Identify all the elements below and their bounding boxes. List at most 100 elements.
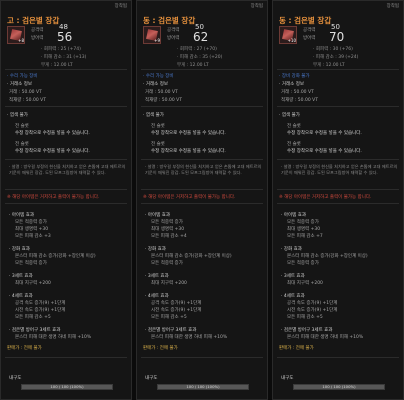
trade-restriction: ※ 해당 아이템은 거저하고 출력이 불가능 합니다.: [279, 195, 372, 200]
sell-price: 판매가 : 전매 불가: [279, 346, 314, 351]
defense-value: 70: [329, 30, 345, 44]
divider: [5, 106, 127, 107]
market-price: 거래 : 50.00 VT: [9, 90, 42, 95]
item-title: 고 : 검은별 장갑: [7, 16, 60, 25]
enhance-effect-line: 몬스터 피해 감소 증가(강화 +장인계 이상): [15, 254, 96, 259]
weight-stat: 무게 : 12.00 LT: [41, 63, 73, 68]
durability-text: 100 / 100 (100%): [186, 384, 220, 389]
item-description: · 설명 : 방우걸 부정의 현신을 처치하고 얻은 손톱에 고대 에트르의 기…: [281, 164, 398, 175]
market-price-2: 적재량 : 50.00 VT: [9, 98, 46, 103]
market-price-2: 적재량 : 50.00 VT: [145, 98, 182, 103]
durability-text: 100 / 100 (100%): [50, 384, 84, 389]
divider: [141, 357, 263, 358]
item-tooltip-panel: 장착됨 동 : 검은별 장갑 +10 공격력 방어력 50 70 · 회피력 :…: [272, 0, 404, 400]
item-effect-line: 모든 적중력 증가: [287, 220, 319, 225]
divider: [141, 69, 263, 70]
item-effect-line: 모든 적중력 증가: [151, 220, 183, 225]
item-effect-header: · 아이템 효과: [145, 213, 170, 218]
weight-stat: 무게 : 12.00 LT: [313, 63, 345, 68]
crystal-slot-1-desc: 수정 장착으로 수정을 넣을 수 있습니다.: [287, 131, 362, 136]
divider: [277, 189, 399, 190]
set3-header: · 3세트 효과: [145, 274, 169, 279]
evasion-stat: · 회피력 : 25 (+74): [41, 47, 81, 52]
set4-line: 시전 속도 증가(9) +1단계: [287, 308, 338, 313]
evasion-stat: · 회피력 : 30 (+76): [313, 47, 353, 52]
repair-header: · 수리 가능 장비: [143, 74, 174, 79]
set3-line: 최대 지구력 +200: [287, 281, 323, 286]
trade-restriction: ※ 해당 아이템은 거저하고 출력이 불가능 합니다.: [143, 195, 236, 200]
crystal-slot-2-desc: 수정 장착으로 수정을 넣을 수 있습니다.: [287, 149, 362, 154]
item-description: · 설명 : 방우걸 부정의 현신을 처치하고 얻은 손톱에 고대 에트르의 기…: [9, 164, 126, 175]
weight-stat: 무게 : 12.00 LT: [177, 63, 209, 68]
dye-header: · 염색 불가: [143, 113, 164, 118]
crystal-slot-2: 전 슬롯: [151, 142, 165, 147]
defense-label: 방어력: [31, 36, 44, 41]
equipped-label: 장착됨: [386, 4, 399, 9]
crystal-slot-1: 전 슬롯: [151, 124, 165, 129]
enhance-effect-line: 모든 적중력 증가: [15, 261, 47, 266]
durability-bar: 100 / 100 (100%): [21, 384, 113, 390]
set4-line: 공격 속도 증가(9) +1단계: [15, 301, 66, 306]
set5-line: 몬스터 피해 대한 생명 하네 피해 +10%: [151, 335, 228, 340]
crystal-slot-2-desc: 수정 장착으로 수정을 넣을 수 있습니다.: [15, 149, 90, 154]
crystal-slot-1: 전 슬롯: [15, 124, 29, 129]
dye-header: · 염색 불가: [7, 113, 28, 118]
dye-header: · 염색 불가: [279, 113, 300, 118]
market-price: 거래 : 50.00 VT: [281, 90, 314, 95]
repair-header: · 수리 가능 장비: [7, 74, 38, 79]
market-header: · 거래소 정보: [7, 82, 32, 87]
durability-bar: 100 / 100 (100%): [293, 384, 385, 390]
divider: [277, 203, 399, 204]
crystal-slot-2: 전 슬롯: [15, 142, 29, 147]
item-effect-line: 모든 피해 감소 +4: [151, 234, 187, 239]
set4-header: · 4세트 효과: [145, 294, 169, 299]
enhance-effect-line: 몬스터 피해 감소 증가(강화 +장인계 이상): [151, 254, 232, 259]
gloves-icon: +8: [7, 26, 25, 44]
set4-line: 시전 속도 증가(9) +1단계: [15, 308, 66, 313]
set5-header: · 검은별 방어구 3세트 효과: [281, 328, 333, 333]
market-header: · 거래소 정보: [143, 82, 168, 87]
attack-label: 공격력: [31, 28, 44, 33]
equipped-label: 장착됨: [250, 4, 263, 9]
item-effect-line: 최대 생명력 +30: [287, 227, 321, 232]
enhance-effect-header: · 강화 효과: [145, 247, 166, 252]
gloves-icon: +9: [143, 26, 161, 44]
divider: [5, 203, 127, 204]
set4-line: 모든 피해 감소 +5: [287, 315, 323, 320]
item-effect-line: 최대 생명력 +30: [15, 227, 49, 232]
item-title: 동 : 검은별 장갑: [143, 16, 196, 25]
repair-header: · 장비 강화 불가: [279, 74, 310, 79]
divider: [141, 203, 263, 204]
enhance-effect-header: · 강화 효과: [9, 247, 30, 252]
attack-label: 공격력: [167, 28, 180, 33]
enhance-badge: +9: [154, 38, 160, 43]
enhance-effect-line: 모든 적중력 증가: [287, 261, 319, 266]
divider: [141, 159, 263, 160]
item-description: · 설명 : 방우걸 부정의 현신을 처치하고 얻은 손톱에 고대 에트르의 기…: [145, 164, 262, 175]
item-effect-line: 모든 피해 감소 +3: [15, 234, 51, 239]
enhance-effect-line: 몬스터 피해 감소 증가(강화 +장인계 이상): [287, 254, 368, 259]
enhance-badge: +8: [18, 38, 24, 43]
damage-reduce-stat: · 피해 감소 : 31 (+13): [41, 55, 87, 60]
gloves-icon: +10: [279, 26, 297, 44]
crystal-slot-2: 전 슬롯: [287, 142, 301, 147]
item-effect-line: 모든 적중력 증가: [15, 220, 47, 225]
set4-header: · 4세트 효과: [9, 294, 33, 299]
set5-line: 몬스터 피해 대한 생명 하네 피해 +10%: [15, 335, 92, 340]
set4-line: 공격 속도 증가(9) +1단계: [151, 301, 202, 306]
divider: [277, 357, 399, 358]
item-title: 동 : 검은별 장갑: [279, 16, 332, 25]
enhance-effect-line: 모든 적중력 증가: [151, 261, 183, 266]
sell-price: 판매가 : 전매 불가: [7, 346, 42, 351]
divider: [5, 357, 127, 358]
set5-header: · 검은별 방어구 3세트 효과: [145, 328, 197, 333]
set5-line: 몬스터 피해 대한 생명 하네 피해 +10%: [287, 335, 364, 340]
tooltip-comparison: 장착됨 고 : 검은별 장갑 +8 공격력 방어력 48 56 · 회피력 : …: [0, 0, 404, 400]
item-effect-line: 최대 생명력 +30: [151, 227, 185, 232]
set4-line: 모든 피해 감소 +5: [151, 315, 187, 320]
item-effect-line: 모든 피해 감소 +7: [287, 234, 323, 239]
divider: [5, 69, 127, 70]
divider: [141, 106, 263, 107]
durability-label: 내구도: [9, 376, 22, 381]
divider: [5, 159, 127, 160]
